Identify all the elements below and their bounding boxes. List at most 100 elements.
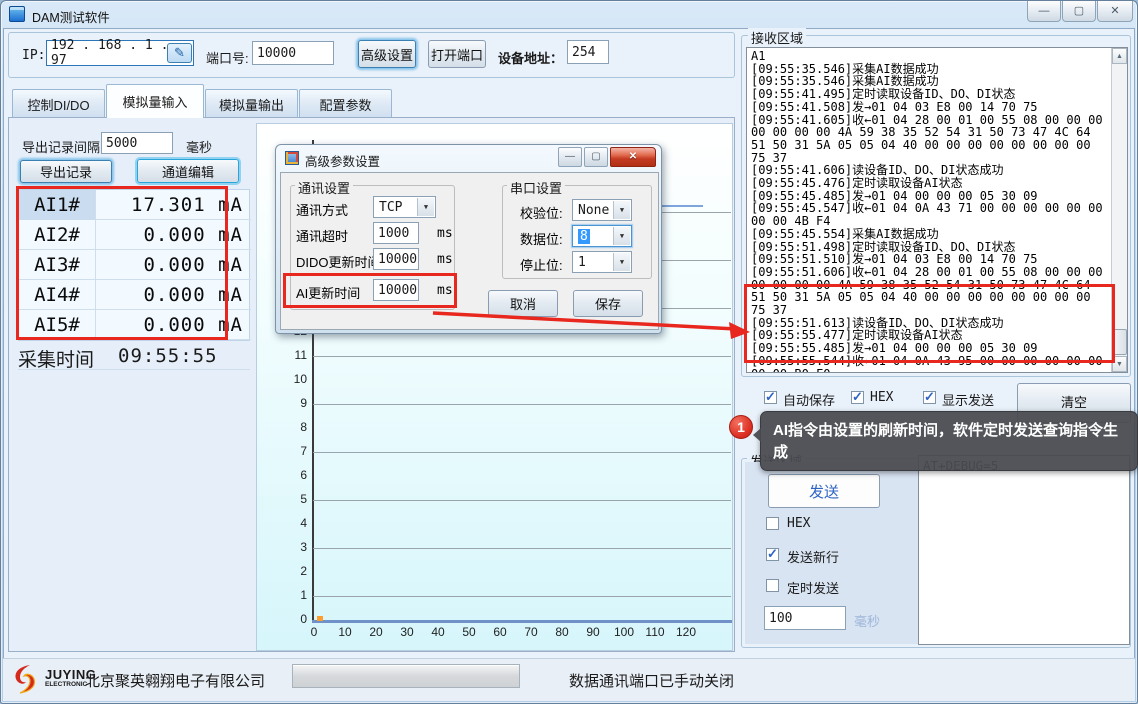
send-interval-input[interactable]: 100 <box>764 606 846 630</box>
parity-select[interactable]: None ▼ <box>572 199 632 221</box>
channel-cell[interactable]: AI5# <box>19 310 96 340</box>
x-axis-tick: 80 <box>549 625 575 639</box>
send-interval-unit: 毫秒 <box>854 611 880 630</box>
ai-update-input[interactable]: 10000 <box>373 279 419 301</box>
save-button[interactable]: 保存 <box>573 290 643 317</box>
window-title: DAM测试软件 <box>32 7 110 26</box>
dialog-icon <box>285 151 299 165</box>
dialog-title: 高级参数设置 <box>305 151 380 170</box>
stopbits-select[interactable]: 1 ▼ <box>572 251 632 273</box>
y-axis-tick: 4 <box>263 516 307 530</box>
port-value: 10000 <box>257 46 296 61</box>
send-button[interactable]: 发送 <box>768 474 880 508</box>
recv-hex-checkbox[interactable] <box>851 391 864 404</box>
port-input[interactable]: 10000 <box>252 41 334 65</box>
juying-logo-icon <box>10 663 40 695</box>
dialog-minimize-button[interactable]: — <box>558 147 582 167</box>
cancel-button[interactable]: 取消 <box>488 290 558 317</box>
device-addr-value: 254 <box>572 45 595 60</box>
advanced-settings-button[interactable]: 高级设置 <box>358 40 416 68</box>
dido-update-label: DIDO更新时间 <box>296 252 381 271</box>
y-axis-tick: 7 <box>263 444 307 458</box>
x-axis-line <box>312 620 733 623</box>
send-newline-checkbox[interactable] <box>766 548 779 561</box>
chart-gridline <box>313 404 731 405</box>
x-axis-tick: 120 <box>673 625 699 639</box>
ai-update-value: 10000 <box>378 283 417 298</box>
advanced-settings-dialog[interactable]: 高级参数设置 — ▢ ✕ 通讯设置 通讯方式 TCP ▼ 通讯超时 1000 m… <box>275 144 662 334</box>
tab-analog-input[interactable]: 模拟量输入 <box>106 84 204 118</box>
value-cell: 0.000 mA <box>96 220 243 250</box>
y-axis-tick: 10 <box>263 372 307 386</box>
receive-log: A1 [09:55:35.546]采集AI数据成功 [09:55:35.546]… <box>751 50 1109 373</box>
databits-select[interactable]: 8 ▼ <box>572 225 632 247</box>
channel-cell[interactable]: AI1# <box>19 190 96 220</box>
receive-scrollbar[interactable]: ▲ ▼ <box>1111 48 1127 372</box>
comm-mode-select[interactable]: TCP ▼ <box>373 196 436 218</box>
send-hex-checkbox[interactable] <box>766 517 779 530</box>
show-send-label: 显示发送 <box>942 390 994 409</box>
dido-update-input[interactable]: 10000 <box>373 248 419 270</box>
channel-edit-button[interactable]: 通道编辑 <box>137 159 239 183</box>
value-cell: 0.000 mA <box>96 310 243 340</box>
device-addr-label: 设备地址： <box>498 48 563 67</box>
title-bar[interactable]: DAM测试软件 <box>0 0 1138 28</box>
scroll-down-button[interactable]: ▼ <box>1112 356 1127 372</box>
receive-textarea[interactable]: A1 [09:55:35.546]采集AI数据成功 [09:55:35.546]… <box>746 47 1128 373</box>
y-axis-tick: 11 <box>263 348 307 362</box>
pencil-icon: ✎ <box>174 45 185 61</box>
x-axis-tick: 90 <box>580 625 606 639</box>
receive-group-label: 接收区域 <box>748 28 806 47</box>
annotation-tooltip: AI指令由设置的刷新时间，软件定时发送查询指令生成 <box>760 411 1138 471</box>
export-interval-input[interactable]: 5000 <box>101 132 173 154</box>
channel-cell[interactable]: AI2# <box>19 220 96 250</box>
maximize-button[interactable]: ▢ <box>1062 1 1096 22</box>
timeout-value: 1000 <box>378 226 409 241</box>
scroll-up-button[interactable]: ▲ <box>1112 48 1127 64</box>
y-axis-tick: 5 <box>263 492 307 506</box>
dialog-maximize-button[interactable]: ▢ <box>584 147 608 167</box>
x-axis-tick: 50 <box>456 625 482 639</box>
send-textarea[interactable]: AT+DEBUG=5 <box>918 455 1130 645</box>
x-axis-tick: 40 <box>425 625 451 639</box>
maximize-icon: ▢ <box>1074 5 1084 17</box>
x-axis-tick: 100 <box>611 625 637 639</box>
ip-label: IP: <box>22 48 45 63</box>
export-record-button[interactable]: 导出记录 <box>20 160 112 183</box>
timeout-input[interactable]: 1000 <box>373 222 419 244</box>
value-cell: 17.301 mA <box>96 190 243 220</box>
ai-value-table[interactable]: AI1# 17.301 mA AI2# 0.000 mA AI3# 0.000 … <box>18 189 250 341</box>
comm-mode-value: TCP <box>379 200 402 215</box>
autosave-checkbox[interactable] <box>764 391 777 404</box>
open-port-button[interactable]: 打开端口 <box>428 40 486 68</box>
x-axis-tick: 60 <box>487 625 513 639</box>
close-button[interactable]: ✕ <box>1097 1 1133 22</box>
autosave-label: 自动保存 <box>783 390 835 409</box>
tab-config-params[interactable]: 配置参数 <box>299 89 392 118</box>
divider <box>18 369 250 370</box>
channel-cell[interactable]: AI3# <box>19 250 96 280</box>
timed-send-checkbox[interactable] <box>766 579 779 592</box>
x-axis-tick: 0 <box>301 625 327 639</box>
dialog-close-button[interactable]: ✕ <box>610 147 656 167</box>
databits-value: 8 <box>578 229 590 244</box>
chevron-down-icon: ▼ <box>613 253 630 271</box>
channel-cell[interactable]: AI4# <box>19 280 96 310</box>
show-send-checkbox[interactable] <box>923 391 936 404</box>
x-axis-tick: 110 <box>642 625 668 639</box>
app-icon <box>9 6 25 22</box>
close-icon: ✕ <box>1110 5 1119 17</box>
status-bar: JUYING ELECTRONIC 北京聚英翱翔电子有限公司 数据通讯端口已手动… <box>3 658 1135 701</box>
value-cell: 0.000 mA <box>96 280 243 310</box>
chevron-down-icon: ▼ <box>613 227 630 245</box>
dido-update-unit: ms <box>437 252 453 267</box>
scroll-thumb[interactable] <box>1112 329 1127 355</box>
tab-analog-output[interactable]: 模拟量输出 <box>205 89 298 118</box>
port-label: 端口号: <box>206 48 249 67</box>
tab-control-dido[interactable]: 控制DI/DO <box>12 89 105 118</box>
minimize-button[interactable]: — <box>1027 1 1061 22</box>
device-addr-input[interactable]: 254 <box>567 40 609 64</box>
edit-ip-button[interactable]: ✎ <box>167 43 192 63</box>
scroll-down-icon: ▼ <box>1116 361 1123 368</box>
port-status-text: 数据通讯端口已手动关闭 <box>569 670 734 691</box>
